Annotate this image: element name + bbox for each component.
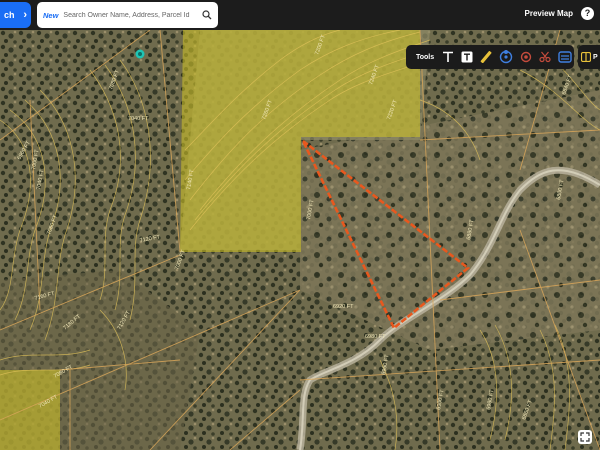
search-button[interactable]: ch ›: [0, 2, 31, 28]
side-panel-tab[interactable]: P: [578, 45, 600, 69]
help-icon[interactable]: ?: [581, 7, 594, 20]
search-input[interactable]: [63, 11, 202, 19]
expand-icon: [580, 432, 590, 442]
new-badge: New: [43, 10, 59, 20]
location-marker-icon[interactable]: [135, 49, 145, 59]
tools-label: Tools: [416, 53, 435, 61]
side-panel-label: P: [593, 53, 598, 61]
draw-area-icon[interactable]: [499, 50, 513, 64]
scissors-icon[interactable]: [539, 50, 551, 64]
search-button-label: ch: [4, 10, 15, 20]
ruler-icon[interactable]: [480, 50, 492, 64]
text-box-icon[interactable]: [461, 50, 473, 64]
preview-map-button[interactable]: Preview Map: [525, 9, 573, 18]
satellite-map[interactable]: 7080 FT7040 FT6960 FT 7000 FT7040 FT7080 …: [0, 30, 600, 450]
expand-map-button[interactable]: [578, 430, 592, 444]
highlighted-parcel[interactable]: [0, 370, 60, 450]
elevation-label: 7040 FT: [128, 116, 149, 122]
search-icon[interactable]: [202, 10, 212, 20]
point-icon[interactable]: [520, 50, 532, 64]
map-canvas[interactable]: 7080 FT 7040 FT 6960 FT 7000 FT 7040 FT 7080 …: [0, 30, 600, 450]
panel-icon: [581, 52, 591, 62]
chevron-right-icon: ›: [23, 9, 27, 21]
tools-panel: Tools: [406, 45, 574, 69]
top-bar: ch › New Preview Map ?: [0, 0, 600, 30]
layers-icon[interactable]: [558, 50, 572, 64]
elevation-label: 6920 FT: [333, 304, 354, 310]
search-box[interactable]: New: [37, 2, 218, 28]
text-tool-icon[interactable]: [442, 50, 454, 64]
elevation-label: 6980 FT: [365, 334, 386, 340]
